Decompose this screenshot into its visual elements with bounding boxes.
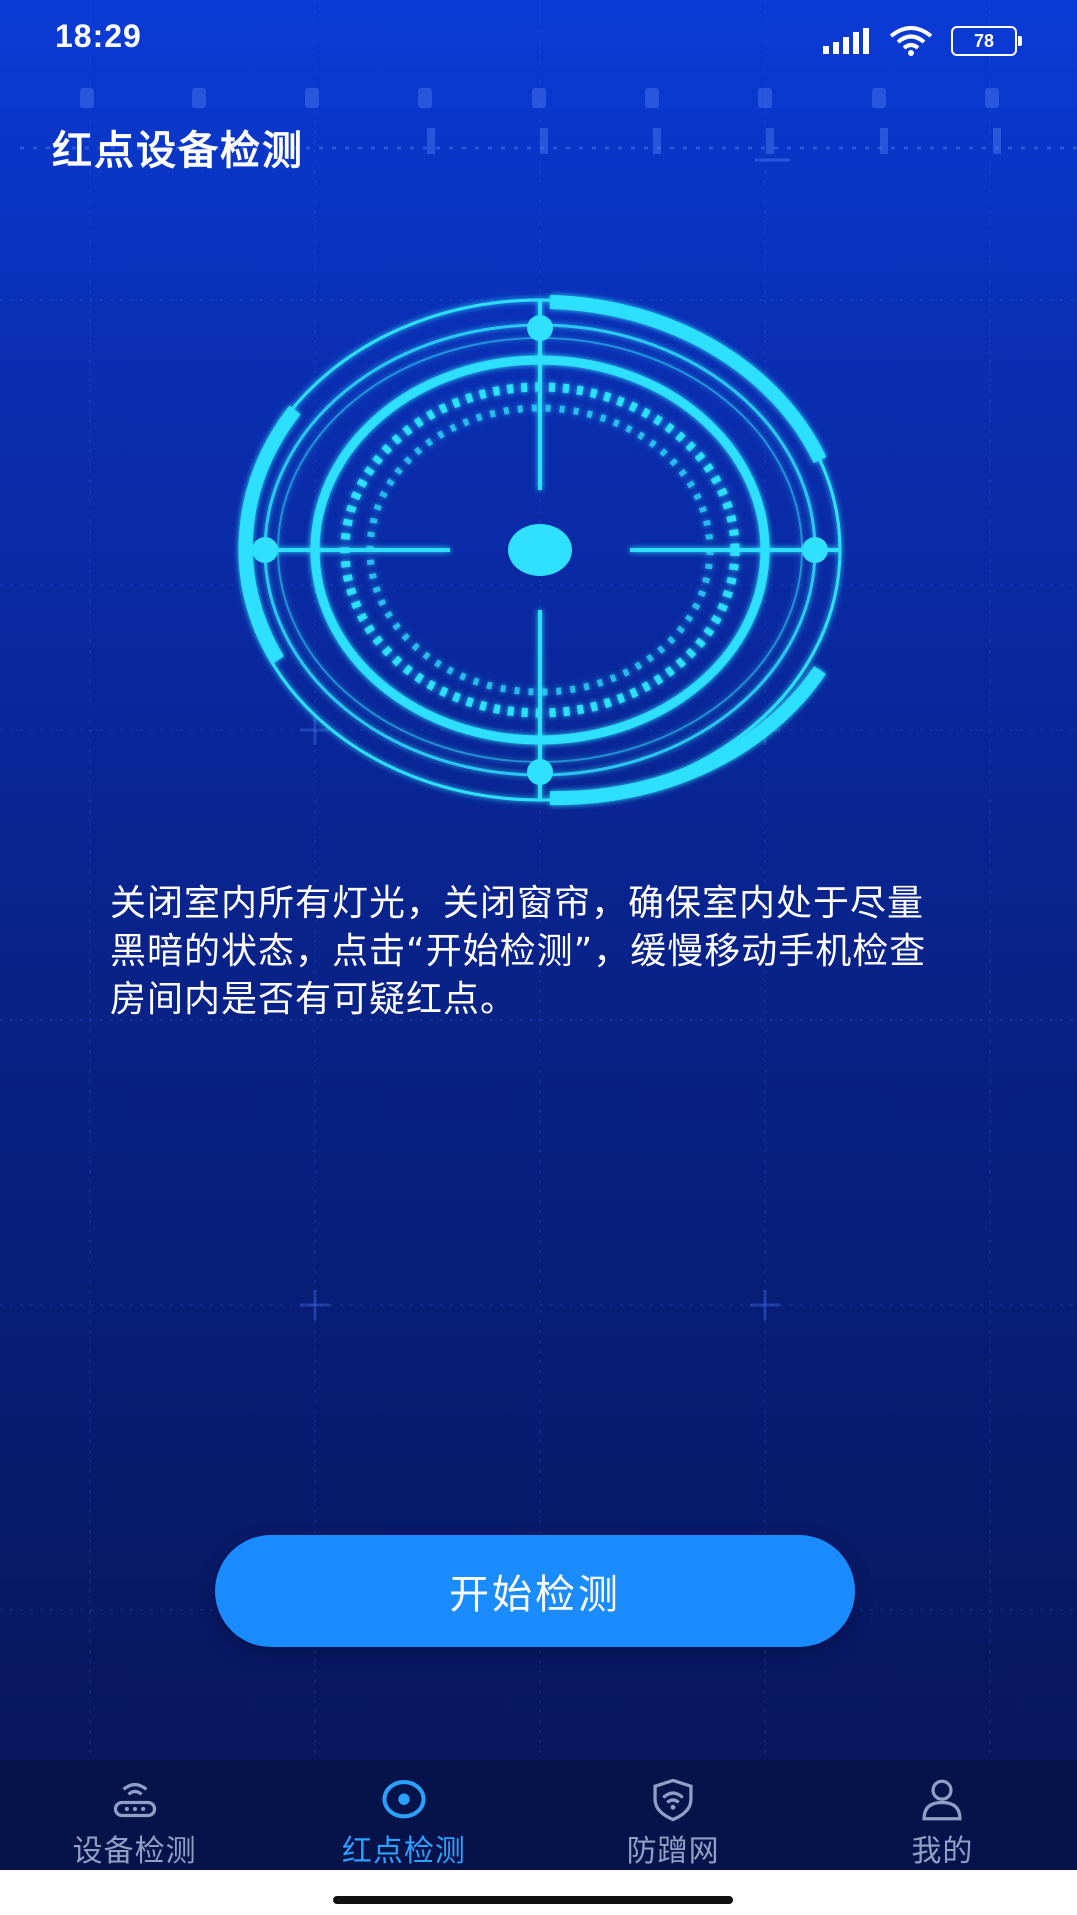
tab-device-detection[interactable]: 设备检测 xyxy=(0,1760,269,1870)
wifi-icon xyxy=(889,26,933,56)
status-bar: 18:29 78 xyxy=(0,0,1077,80)
tab-anti-freeload-wifi[interactable]: 防蹭网 xyxy=(539,1760,808,1870)
tab-label: 防蹭网 xyxy=(626,1834,720,1869)
tab-label: 我的 xyxy=(911,1834,974,1869)
clock: 18:29 xyxy=(55,18,142,54)
radar-scanner-graphic xyxy=(238,295,842,806)
home-indicator[interactable] xyxy=(333,1896,733,1904)
person-icon xyxy=(922,1779,962,1821)
tab-label: 设备检测 xyxy=(72,1834,197,1869)
screen: 18:29 78 红点设备检测 关闭室内所有灯光，关闭窗帘，确保室内处于尽量黑暗… xyxy=(0,0,1077,1915)
wifi-shield-icon xyxy=(653,1778,693,1822)
home-indicator-area xyxy=(0,1870,1077,1915)
instructions-text: 关闭室内所有灯光，关闭窗帘，确保室内处于尽量黑暗的状态，点击“开始检测”，缓慢移… xyxy=(110,883,927,1020)
bottom-tab-bar: 设备检测 红点检测 防蹭网 我的 xyxy=(0,1760,1077,1870)
tab-red-dot-detection[interactable]: 红点检测 xyxy=(269,1760,538,1870)
red-dot-scan-icon xyxy=(382,1780,426,1819)
page-title: 红点设备检测 xyxy=(52,128,304,174)
tab-mine[interactable]: 我的 xyxy=(808,1760,1077,1870)
tab-label: 红点检测 xyxy=(341,1834,466,1869)
battery-icon: 78 xyxy=(951,26,1022,56)
router-icon xyxy=(113,1782,156,1818)
system-icons: 78 xyxy=(823,26,1022,56)
start-detection-button[interactable]: 开始检测 xyxy=(215,1535,855,1647)
signal-icon xyxy=(823,28,869,54)
